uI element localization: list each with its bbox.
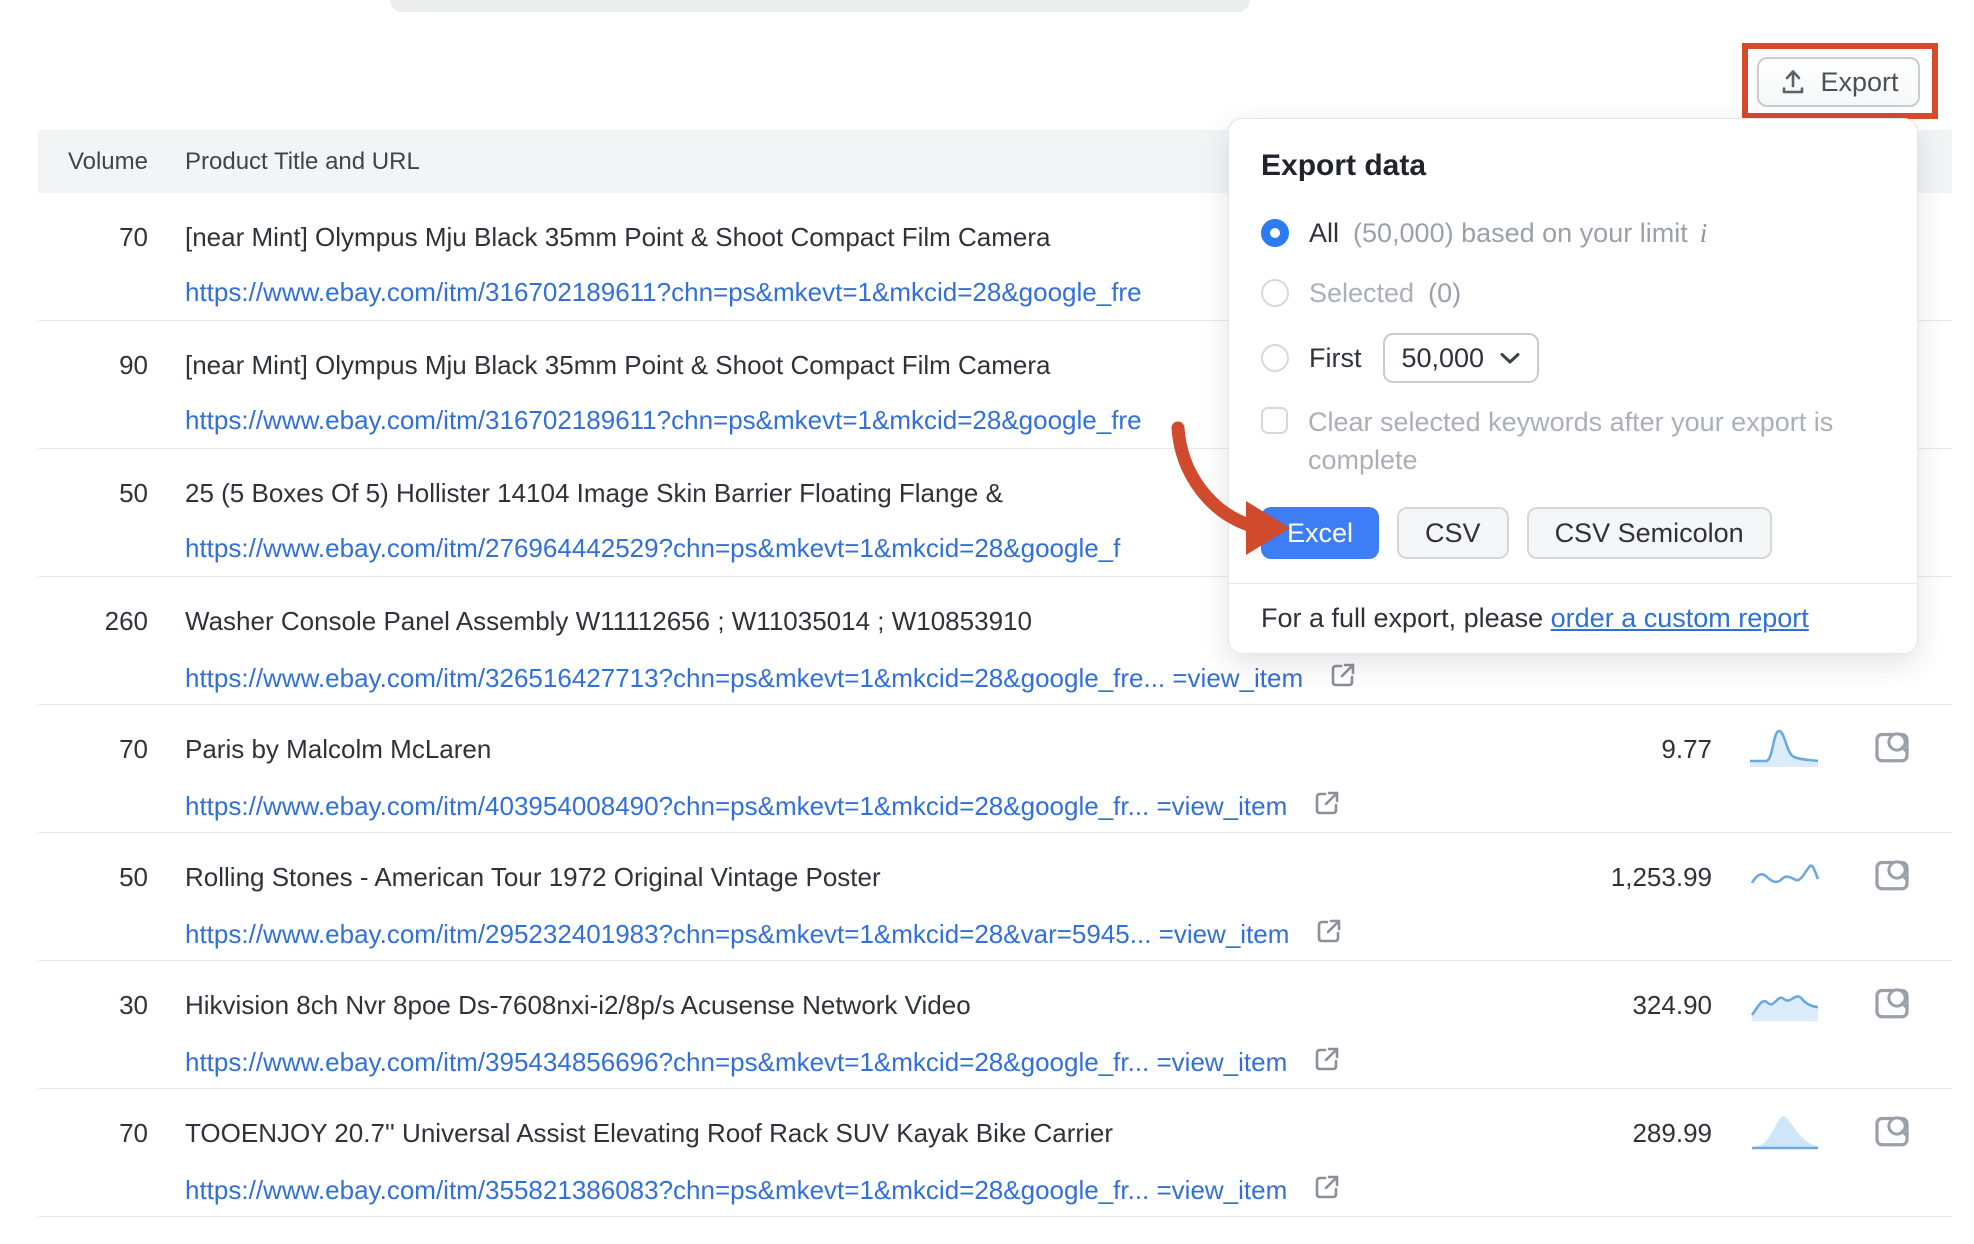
product-title: Rolling Stones - American Tour 1972 Orig… (185, 860, 1345, 894)
export-popup: Export data All (50,000) based on your l… (1228, 118, 1918, 654)
chart-zoom-icon[interactable] (1872, 727, 1912, 767)
info-icon[interactable]: i (1700, 218, 1708, 249)
product-title: [near Mint] Olympus Mju Black 35mm Point… (185, 220, 1142, 254)
footer-text: For a full export, please (1261, 603, 1551, 634)
radio-selected-detail: (0) (1428, 278, 1461, 309)
table-row: 70 TOOENJOY 20.7'' Universal Assist Elev… (38, 1089, 1952, 1217)
popup-footer: For a full export, please order a custom… (1229, 583, 1917, 653)
volume-cell: 70 (38, 1116, 148, 1216)
radio-option-all[interactable]: All (50,000) based on your limit i (1261, 213, 1883, 253)
external-link-icon[interactable] (1327, 659, 1359, 696)
price-value: 289.99 (1492, 1116, 1712, 1150)
first-count-value: 50,000 (1401, 343, 1484, 374)
trend-wavyfill-sparkline-icon (1746, 979, 1822, 1027)
volume-cell: 30 (38, 988, 148, 1088)
external-link-icon[interactable] (1313, 915, 1345, 952)
product-url-link[interactable]: https://www.ebay.com/itm/326516427713?ch… (185, 661, 1303, 695)
radio-option-first[interactable]: First 50,000 (1261, 333, 1883, 383)
csv-semicolon-button[interactable]: CSV Semicolon (1527, 507, 1772, 559)
product-title: 25 (5 Boxes Of 5) Hollister 14104 Image … (185, 476, 1120, 510)
table-row: 50 Rolling Stones - American Tour 1972 O… (38, 833, 1952, 961)
product-title: Washer Console Panel Assembly W11112656 … (185, 604, 1359, 638)
product-url-link[interactable]: https://www.ebay.com/itm/276964442529?ch… (185, 531, 1120, 565)
volume-cell: 50 (38, 476, 148, 576)
column-header-volume[interactable]: Volume (38, 148, 148, 176)
table-row: 30 Hikvision 8ch Nvr 8poe Ds-7608nxi-i2/… (38, 961, 1952, 1089)
price-value: 324.90 (1492, 988, 1712, 1022)
product-url-link[interactable]: https://www.ebay.com/itm/395434856696?ch… (185, 1045, 1287, 1079)
top-toast-remnant (390, 0, 1250, 12)
external-link-icon[interactable] (1311, 1171, 1343, 1208)
radio-all-detail: (50,000) based on your limit (1353, 218, 1688, 249)
csv-button[interactable]: CSV (1397, 507, 1509, 559)
product-url-link[interactable]: https://www.ebay.com/itm/316702189611?ch… (185, 403, 1142, 437)
chart-zoom-icon[interactable] (1872, 855, 1912, 895)
product-title: Hikvision 8ch Nvr 8poe Ds-7608nxi-i2/8p/… (185, 988, 1343, 1022)
product-title: TOOENJOY 20.7'' Universal Assist Elevati… (185, 1116, 1343, 1150)
price-value: 9.77 (1492, 732, 1712, 766)
radio-unselected-icon[interactable] (1261, 279, 1289, 307)
chart-zoom-icon[interactable] (1872, 983, 1912, 1023)
product-url-link[interactable]: https://www.ebay.com/itm/355821386083?ch… (185, 1173, 1287, 1207)
external-link-icon[interactable] (1311, 1043, 1343, 1080)
volume-cell: 70 (38, 732, 148, 832)
product-title: Paris by Malcolm McLaren (185, 732, 1343, 766)
product-url-link[interactable]: https://www.ebay.com/itm/295232401983?ch… (185, 917, 1289, 951)
external-link-icon[interactable] (1311, 787, 1343, 824)
radio-first-label: First (1309, 343, 1361, 374)
radio-selected-label: Selected (1309, 278, 1414, 309)
chart-zoom-icon[interactable] (1872, 1111, 1912, 1151)
column-header-product[interactable]: Product Title and URL (185, 148, 420, 176)
volume-cell: 50 (38, 860, 148, 960)
trend-wavy-sparkline-icon (1746, 851, 1822, 899)
chevron-down-icon (1499, 351, 1521, 365)
first-count-dropdown[interactable]: 50,000 (1383, 333, 1539, 383)
table-row: 70 Paris by Malcolm McLaren https://www.… (38, 705, 1952, 833)
order-custom-report-link[interactable]: order a custom report (1551, 603, 1809, 634)
trend-peak-sparkline-icon (1746, 723, 1822, 771)
screen: Export Volume Product Title and URL 70 [… (0, 0, 1974, 1244)
product-url-link[interactable]: https://www.ebay.com/itm/316702189611?ch… (185, 275, 1142, 309)
radio-unselected-icon[interactable] (1261, 344, 1289, 372)
popup-title: Export data (1261, 149, 1883, 183)
export-highlight-box (1742, 43, 1938, 119)
trend-dome-sparkline-icon (1746, 1107, 1822, 1155)
clear-keywords-option[interactable]: Clear selected keywords after your expor… (1261, 403, 1883, 479)
radio-all-label: All (1309, 218, 1339, 249)
price-value: 1,253.99 (1492, 860, 1712, 894)
radio-option-selected[interactable]: Selected (0) (1261, 273, 1883, 313)
radio-selected-icon[interactable] (1261, 219, 1289, 247)
red-arrow-annotation (1140, 415, 1310, 565)
volume-cell: 70 (38, 220, 148, 320)
product-url-link[interactable]: https://www.ebay.com/itm/403954008490?ch… (185, 789, 1287, 823)
product-title: [near Mint] Olympus Mju Black 35mm Point… (185, 348, 1142, 382)
clear-keywords-label: Clear selected keywords after your expor… (1308, 403, 1868, 479)
volume-cell: 260 (38, 604, 148, 704)
volume-cell: 90 (38, 348, 148, 448)
